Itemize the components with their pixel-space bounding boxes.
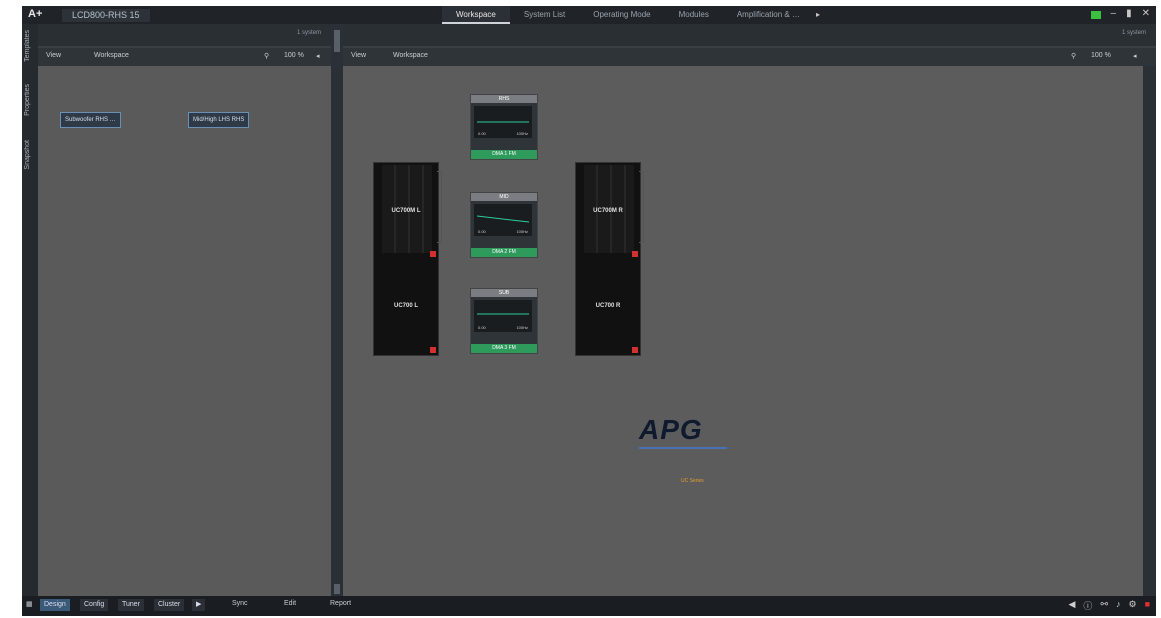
processor-3[interactable]: SUB 0.00 100Hz DMA 3 FM [470,288,538,354]
main-tabs: Workspace System List Operating Mode Mod… [442,6,820,24]
side-tab-properties[interactable]: Properties [24,84,31,116]
panel-menu-icon[interactable]: ◂ [1133,52,1137,60]
app-logo: A+ [28,8,43,20]
processor-head: MID [471,193,537,201]
workspace-dropdown[interactable]: Workspace [94,52,129,59]
bell-icon[interactable]: ♪ [1116,599,1121,612]
cluster-button[interactable]: Cluster [154,599,185,611]
speaker-volume-icon[interactable]: ◀ [1069,599,1076,612]
brand-logo: APG [639,414,703,445]
speaker-top-label: UC700M R [593,208,623,214]
speaker-bottom-label: UC700 R [595,303,621,309]
processor-1[interactable]: RHS 0.00 100Hz DMA 1 FM [470,94,538,160]
speaker-alert-icon[interactable] [632,347,638,353]
speaker-right[interactable]: UC700M R UC700 R [575,162,644,356]
side-tab-snapshot[interactable]: Snapshot [24,140,31,170]
tab-modules[interactable]: Modules [665,6,723,24]
tabs-more-icon[interactable]: ▸ [814,6,820,24]
eq-high-value: 100Hz [516,325,528,330]
vertical-scrollbar[interactable] [1143,66,1156,596]
speaker-rigging [437,171,442,243]
right-panel: 1 system View Workspace ⚲ 100 % ◂ UC700M… [343,24,1156,596]
processor-foot: DMA 1 FM [471,150,537,159]
eq-low-value: 0.00 [478,325,486,330]
document-title[interactable]: LCD800-RHS 15 [62,9,150,22]
view-button[interactable]: View [351,52,366,59]
left-panel: 1 system View Workspace ⚲ 100 % ◂ Subwoo… [38,24,331,596]
speaker-top-label: UC700M L [391,208,421,214]
tab-operating-mode[interactable]: Operating Mode [579,6,664,24]
minimize-icon[interactable]: – [1111,8,1117,19]
restore-icon[interactable]: ▮ [1126,8,1132,19]
speaker-alert-icon[interactable] [632,251,638,257]
eq-plot: 0.00 100Hz [474,300,532,332]
tab-system-list[interactable]: System List [510,6,579,24]
left-panel-header: 1 system [38,24,331,46]
processor-head: SUB [471,289,537,297]
brand-subtitle: UC Series [681,478,704,484]
sync-action[interactable]: Sync [232,600,248,607]
eq-low-value: 0.00 [478,229,486,234]
zoom-value[interactable]: 100 % [1091,52,1111,59]
info-icon[interactable]: ⓘ [1083,599,1092,612]
right-panel-header: 1 system [343,24,1156,46]
left-canvas: Subwoofer RHS … Mid/High LHS RHS [38,66,331,596]
grid-icon[interactable]: ▦ [26,600,33,608]
panel-menu-icon[interactable]: ◂ [316,52,320,60]
search-icon[interactable]: ⚲ [1071,52,1076,60]
search-icon[interactable]: ⚲ [264,52,269,60]
speaker-alert-icon[interactable] [430,347,436,353]
link-icon[interactable]: ⚯ [1100,599,1108,612]
bottom-bar: ▦ Design Config Tuner Cluster ▶ Sync Edi… [22,596,1156,616]
processor-foot: DMA 3 FM [471,344,537,353]
status-indicator-icon [1090,11,1101,19]
eq-high-value: 100Hz [516,229,528,234]
play-icon[interactable]: ▶ [192,599,206,611]
brand-underline [639,447,727,449]
side-strip: Templates Properties Snapshot [22,24,38,596]
processor-head: RHS [471,95,537,103]
close-icon[interactable]: ✕ [1142,8,1150,19]
eq-plot: 0.00 100Hz [474,106,532,138]
side-tab-templates[interactable]: Templates [24,30,31,62]
zoom-value[interactable]: 100 % [284,52,304,59]
left-toolbar: View Workspace ⚲ 100 % ◂ [38,48,331,66]
speaker-alert-icon[interactable] [430,251,436,257]
speaker-left[interactable]: UC700M L UC700 L [373,162,442,356]
left-panel-info: 1 system [296,30,321,36]
design-button[interactable]: Design [40,599,70,611]
right-toolbar: View Workspace ⚲ 100 % ◂ [343,48,1156,66]
status-icons: ◀ ⓘ ⚯ ♪ ⚙ ■ [1069,599,1151,612]
panel-splitter[interactable] [331,24,343,596]
eq-low-value: 0.00 [478,131,486,136]
report-action[interactable]: Report [330,600,351,607]
tab-amplification[interactable]: Amplification & … [723,6,814,24]
workspace-canvas[interactable]: UC700M L UC700 L RHS 0.00 100Hz DMA 1 FM… [343,66,1143,596]
record-icon[interactable]: ■ [1145,599,1150,612]
processor-2[interactable]: MID 0.00 100Hz DMA 2 FM [470,192,538,258]
speaker-rigging [639,171,644,243]
config-button[interactable]: Config [80,599,109,611]
settings-icon[interactable]: ⚙ [1128,599,1136,612]
eq-plot: 0.00 100Hz [474,204,532,236]
processor-foot: DMA 2 FM [471,248,537,257]
tuner-button[interactable]: Tuner [118,599,145,611]
speaker-bottom-label: UC700 L [393,303,418,309]
edit-action[interactable]: Edit [284,600,296,607]
eq-high-value: 100Hz [516,131,528,136]
app-window: A+ LCD800-RHS 15 Workspace System List O… [22,6,1156,616]
splitter-grip[interactable] [334,30,340,52]
workspace-dropdown[interactable]: Workspace [393,52,428,59]
group-subwoofer[interactable]: Subwoofer RHS … [60,112,121,128]
splitter-grip-bottom[interactable] [334,584,340,594]
tab-workspace[interactable]: Workspace [442,6,510,24]
view-button[interactable]: View [46,52,61,59]
group-mid-high[interactable]: Mid/High LHS RHS [188,112,250,128]
right-panel-info: 1 system [1121,30,1146,36]
window-controls: – ▮ ✕ [1090,8,1150,19]
title-bar: A+ LCD800-RHS 15 Workspace System List O… [22,6,1156,24]
